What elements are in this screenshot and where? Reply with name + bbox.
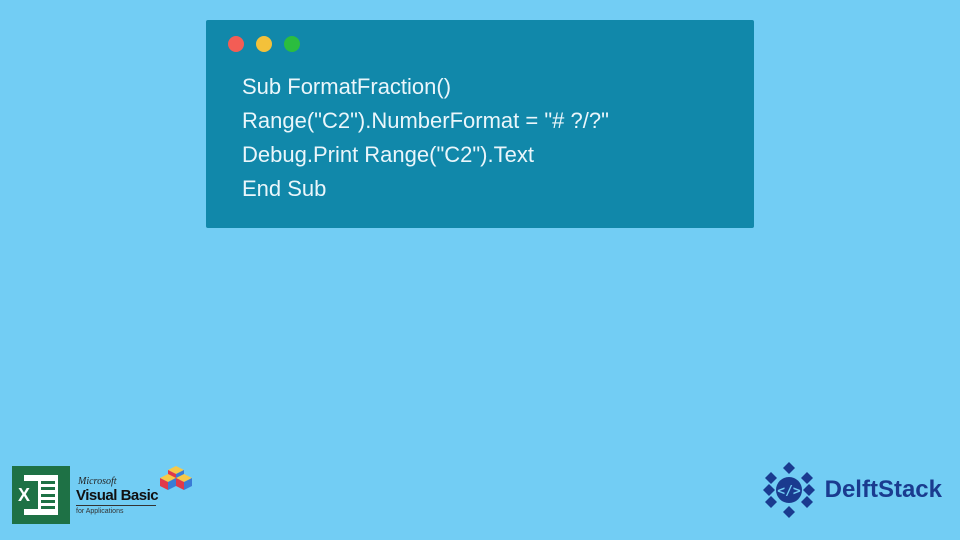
code-line: End Sub [242,176,326,201]
close-icon[interactable] [228,36,244,52]
maximize-icon[interactable] [284,36,300,52]
code-line: Range("C2").NumberFormat = "# ?/?" [242,108,609,133]
cubes-icon [160,464,194,494]
vb-subtitle: for Applications [76,505,156,515]
code-line: Sub FormatFraction() [242,74,451,99]
delftstack-label: DelftStack [825,476,942,504]
excel-letter: X [18,485,30,506]
footer-right: </> DelftStack [759,460,942,520]
svg-text:</>: </> [777,484,801,499]
excel-icon: X [12,466,70,524]
code-line: Debug.Print Range("C2").Text [242,142,534,167]
visual-basic-badge: Microsoft Visual Basic for Applications [76,476,186,515]
footer-left: X Microsoft Visual Basic for Application… [12,466,186,524]
delftstack-icon: </> [759,460,819,520]
code-window: Sub FormatFraction() Range("C2").NumberF… [206,20,754,228]
code-block: Sub FormatFraction() Range("C2").NumberF… [206,52,754,206]
window-controls [206,20,754,52]
minimize-icon[interactable] [256,36,272,52]
